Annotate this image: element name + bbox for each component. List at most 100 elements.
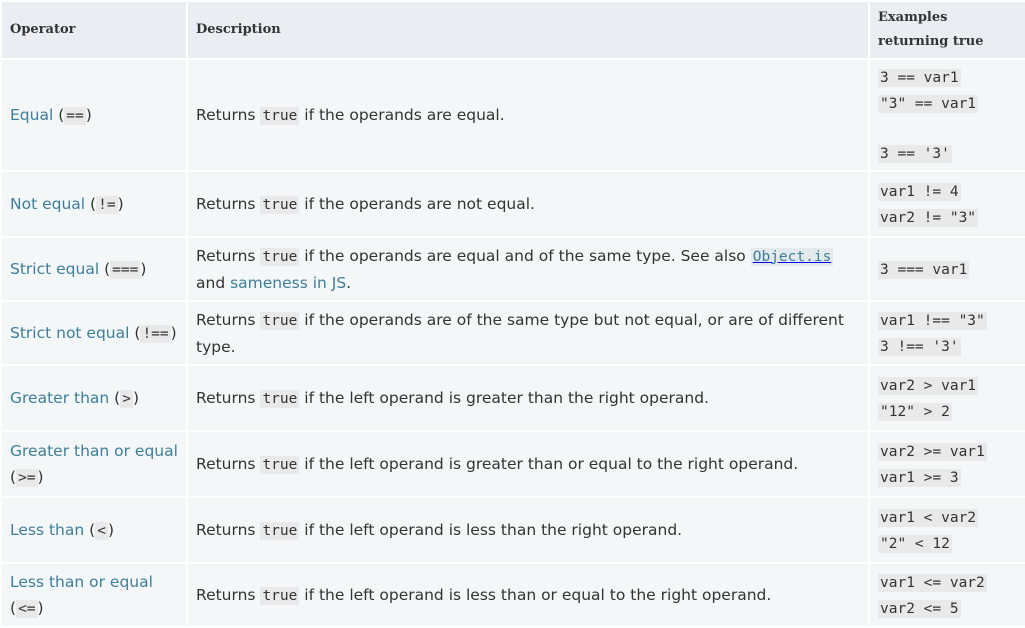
description-cell: Returns true if the operands are of the … [186,300,870,366]
description-text: . [346,273,352,292]
description-cell: Returns true if the operands are equal. [186,58,870,172]
example-code: var1 >= 3 [878,469,961,487]
examples-cell: var1 !== "3" 3 !== '3' [868,300,1025,366]
example-line: var2 > var1 [878,372,1017,398]
operator-code: >= [16,468,38,487]
operator-link[interactable]: Greater than [10,389,109,407]
description-text: if the left operand is less than or equa… [299,585,772,604]
examples-cell: var1 < var2 "2" < 12 [868,496,1025,564]
object-is-link[interactable]: Object.is [750,247,834,266]
description-text: if the operands are equal. [299,105,505,124]
example-line: 3 !== '3' [878,333,1017,359]
true-code: true [260,106,300,125]
example-spacer [878,116,1017,140]
examples-cell: var2 >= var1 var1 >= 3 [868,430,1025,498]
operator-cell: Strict not equal (!==) [0,300,188,366]
operator-cell: Strict equal (===) [0,236,188,302]
examples-cell: 3 === var1 [868,236,1025,302]
example-code: "2" < 12 [878,535,952,553]
example-code: "3" == var1 [878,95,979,113]
description-text: Returns [196,388,261,407]
operator-link[interactable]: Equal [10,106,53,124]
example-code: var2 != "3" [878,209,979,227]
example-line: "12" > 2 [878,398,1017,424]
operator-cell: Equal (==) [0,58,188,172]
header-operator: Operator [0,0,188,60]
example-code: var2 <= 5 [878,600,961,618]
operator-symbol: (==) [58,105,92,125]
description-text: Returns [196,105,261,124]
operator-code: < [95,521,108,540]
header-examples: Examples returning true [868,0,1025,60]
operator-cell: Not equal (!=) [0,170,188,238]
operator-symbol: (>=) [10,467,44,487]
operator-cell: Less than (<) [0,496,188,564]
table-row: Less than or equal (<=) Returns true if t… [0,562,1025,628]
example-code: var1 <= var2 [878,574,987,592]
description-cell: Returns true if the operands are equal a… [186,236,870,302]
description-text: Returns [196,454,261,473]
table-row: Not equal (!=) Returns true if the operan… [0,170,1025,238]
operator-link[interactable]: Strict not equal [10,324,129,342]
table-row: Greater than or equal (>=) Returns true i… [0,430,1025,498]
example-line: var1 >= 3 [878,464,1017,490]
description-cell: Returns true if the left operand is less… [186,496,870,564]
table-body: Equal (==) Returns true if the operands a… [0,58,1025,628]
description-text: and [196,273,231,292]
example-line: var2 >= var1 [878,438,1017,464]
examples-cell: 3 == var1 "3" == var1 3 == '3' [868,58,1025,172]
operator-cell: Greater than (>) [0,364,188,432]
example-line: var1 != 4 [878,178,1017,204]
operator-link[interactable]: Not equal [10,195,85,213]
example-code: var2 > var1 [878,377,979,395]
example-line: var2 <= 5 [878,595,1017,621]
example-line: 3 === var1 [878,256,1017,282]
object-is-code: Object.is [750,247,834,266]
example-line: 3 == var1 [878,64,1017,90]
operator-link[interactable]: Strict equal [10,260,99,278]
description-text: if the operands are not equal. [299,194,535,213]
example-line: var2 != "3" [878,204,1017,230]
example-code: var1 !== "3" [878,312,987,330]
example-code: 3 !== '3' [878,338,961,356]
example-code: 3 == '3' [878,145,952,163]
description-text: Returns [196,246,261,265]
example-code: var1 != 4 [878,183,961,201]
true-code: true [260,455,300,474]
operator-symbol: (!==) [134,323,177,343]
operator-link[interactable]: Greater than or equal [10,442,178,460]
operator-code: != [96,195,118,214]
operator-cell: Less than or equal (<=) [0,562,188,628]
description-cell: Returns true if the left operand is less… [186,562,870,628]
header-description: Description [186,0,870,60]
example-code: 3 === var1 [878,261,970,279]
operator-code: === [110,260,141,279]
operator-symbol: (!=) [90,194,124,214]
example-code: "12" > 2 [878,403,952,421]
operator-symbol: (===) [104,259,147,279]
description-text: Returns [196,585,261,604]
example-code: var2 >= var1 [878,443,987,461]
description-text: Returns [196,310,261,329]
sameness-link[interactable]: sameness in JS [230,274,346,292]
description-cell: Returns true if the operands are not equ… [186,170,870,238]
description-text: if the left operand is greater than the … [299,388,709,407]
operator-link[interactable]: Less than [10,521,84,539]
true-code: true [260,389,300,408]
true-code: true [260,247,300,266]
operator-code: == [64,106,86,125]
description-cell: Returns true if the left operand is grea… [186,364,870,432]
table-row: Less than (<) Returns true if the left op… [0,496,1025,564]
operator-symbol: (>) [114,388,140,408]
table-row: Strict equal (===) Returns true if the op… [0,236,1025,302]
operator-link[interactable]: Less than or equal [10,573,153,591]
example-line: 3 == '3' [878,140,1017,166]
true-code: true [260,311,300,330]
examples-cell: var1 != 4 var2 != "3" [868,170,1025,238]
example-line: "3" == var1 [878,90,1017,116]
true-code: true [260,521,300,540]
table-row: Strict not equal (!==) Returns true if th… [0,300,1025,366]
example-line: var1 !== "3" [878,307,1017,333]
true-code: true [260,586,300,605]
table-header-row: Operator Description Examples returning … [0,0,1025,60]
